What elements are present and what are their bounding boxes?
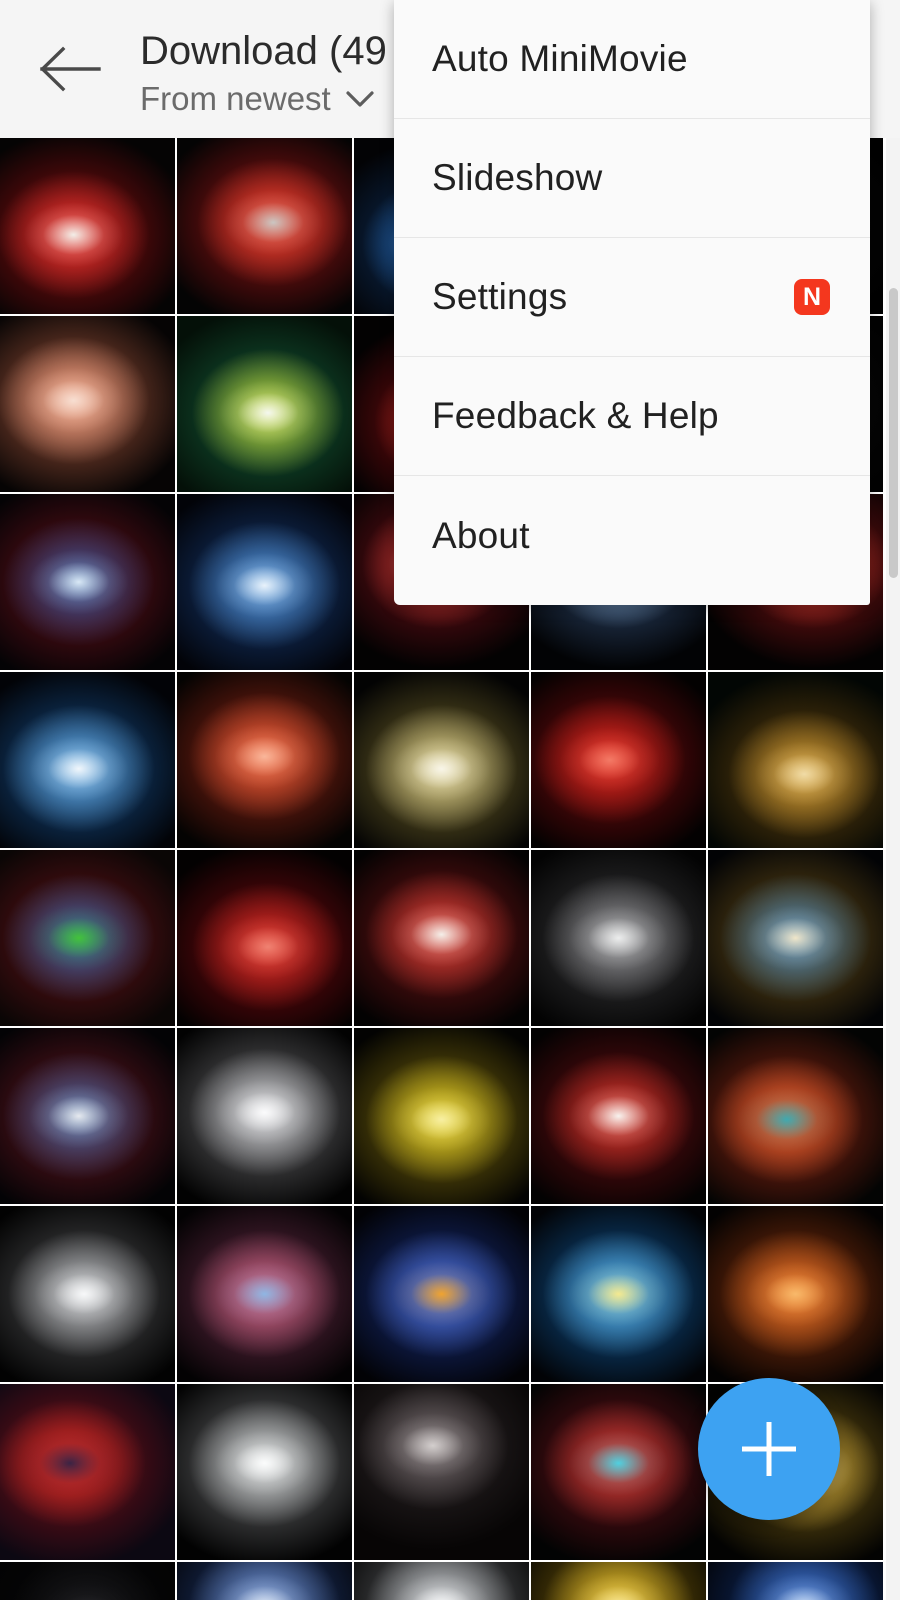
photo-image	[177, 1028, 352, 1204]
sort-order-label: From newest	[140, 79, 331, 119]
menu-item-auto-minimovie[interactable]: Auto MiniMovie	[394, 0, 870, 119]
photo-image	[0, 1028, 175, 1204]
photo-thumbnail[interactable]	[531, 1562, 706, 1600]
photo-image	[0, 494, 175, 670]
photo-thumbnail[interactable]	[354, 1028, 529, 1204]
gallery-scrollbar-thumb[interactable]	[889, 288, 898, 578]
menu-item-label: Slideshow	[432, 156, 602, 200]
photo-thumbnail[interactable]	[354, 1562, 529, 1600]
photo-thumbnail[interactable]	[0, 1384, 175, 1560]
photo-image	[354, 1562, 529, 1600]
photo-image	[531, 1384, 706, 1560]
menu-item-about[interactable]: About	[394, 476, 870, 595]
photo-thumbnail[interactable]	[177, 1562, 352, 1600]
photo-image	[531, 1562, 706, 1600]
overflow-menu[interactable]: Auto MiniMovie Slideshow Settings N Feedback…	[394, 0, 870, 605]
photo-image	[708, 1206, 883, 1382]
photo-thumbnail[interactable]	[708, 672, 883, 848]
photo-image	[177, 494, 352, 670]
photo-thumbnail[interactable]	[708, 850, 883, 1026]
photo-thumbnail[interactable]	[0, 672, 175, 848]
back-button[interactable]	[0, 0, 140, 138]
photo-image	[354, 672, 529, 848]
photo-thumbnail[interactable]	[531, 672, 706, 848]
photo-thumbnail[interactable]	[0, 316, 175, 492]
menu-item-label: Feedback & Help	[432, 394, 719, 438]
photo-image	[177, 850, 352, 1026]
photo-thumbnail[interactable]	[531, 1028, 706, 1204]
menu-item-label: About	[432, 514, 530, 558]
photo-image	[354, 850, 529, 1026]
photo-image	[0, 672, 175, 848]
photo-thumbnail[interactable]	[354, 1206, 529, 1382]
photo-thumbnail[interactable]	[177, 1206, 352, 1382]
photo-image	[0, 1206, 175, 1382]
photo-image	[531, 1028, 706, 1204]
photo-thumbnail[interactable]	[177, 1384, 352, 1560]
gallery-scrollbar-track[interactable]	[886, 138, 900, 1600]
photo-thumbnail[interactable]	[708, 1206, 883, 1382]
photo-thumbnail[interactable]	[177, 1028, 352, 1204]
photo-image	[531, 850, 706, 1026]
photo-image	[708, 672, 883, 848]
photo-image	[177, 672, 352, 848]
page-title: Download (49	[140, 24, 387, 78]
photo-thumbnail[interactable]	[531, 850, 706, 1026]
gallery-screen: Download (49 From newest Auto MiniMovie S…	[0, 0, 900, 1600]
photo-thumbnail[interactable]	[0, 1206, 175, 1382]
photo-image	[0, 850, 175, 1026]
photo-image	[708, 850, 883, 1026]
photo-image	[177, 138, 352, 314]
header-text-block: Download (49 From newest	[140, 0, 387, 138]
photo-thumbnail[interactable]	[0, 494, 175, 670]
photo-thumbnail[interactable]	[177, 850, 352, 1026]
photo-image	[708, 1562, 883, 1600]
plus-icon	[733, 1413, 805, 1485]
photo-thumbnail[interactable]	[177, 672, 352, 848]
photo-image	[531, 1206, 706, 1382]
photo-image	[354, 1028, 529, 1204]
photo-image	[177, 1384, 352, 1560]
menu-item-feedback-help[interactable]: Feedback & Help	[394, 357, 870, 476]
photo-image	[531, 672, 706, 848]
photo-thumbnail[interactable]	[354, 1384, 529, 1560]
photo-thumbnail[interactable]	[708, 1028, 883, 1204]
photo-thumbnail[interactable]	[531, 1206, 706, 1382]
photo-thumbnail[interactable]	[354, 850, 529, 1026]
photo-thumbnail[interactable]	[0, 1028, 175, 1204]
photo-thumbnail[interactable]	[0, 850, 175, 1026]
photo-image	[354, 1384, 529, 1560]
menu-item-settings[interactable]: Settings N	[394, 238, 870, 357]
photo-image	[708, 1028, 883, 1204]
photo-image	[0, 1562, 175, 1600]
photo-thumbnail[interactable]	[177, 316, 352, 492]
photo-image	[0, 138, 175, 314]
photo-thumbnail[interactable]	[531, 1384, 706, 1560]
photo-image	[177, 316, 352, 492]
photo-thumbnail[interactable]	[177, 494, 352, 670]
photo-image	[0, 1384, 175, 1560]
photo-thumbnail[interactable]	[0, 1562, 175, 1600]
sort-order-selector[interactable]: From newest	[140, 79, 387, 119]
photo-thumbnail[interactable]	[177, 138, 352, 314]
chevron-down-icon	[345, 89, 375, 109]
back-arrow-icon	[39, 46, 101, 92]
photo-thumbnail[interactable]	[708, 1562, 883, 1600]
photo-image	[0, 316, 175, 492]
menu-item-slideshow[interactable]: Slideshow	[394, 119, 870, 238]
add-button[interactable]	[698, 1378, 840, 1520]
menu-item-label: Settings	[432, 275, 567, 319]
photo-image	[177, 1562, 352, 1600]
menu-item-label: Auto MiniMovie	[432, 37, 688, 81]
new-badge: N	[794, 279, 830, 315]
photo-image	[354, 1206, 529, 1382]
photo-thumbnail[interactable]	[0, 138, 175, 314]
photo-thumbnail[interactable]	[354, 672, 529, 848]
photo-image	[177, 1206, 352, 1382]
